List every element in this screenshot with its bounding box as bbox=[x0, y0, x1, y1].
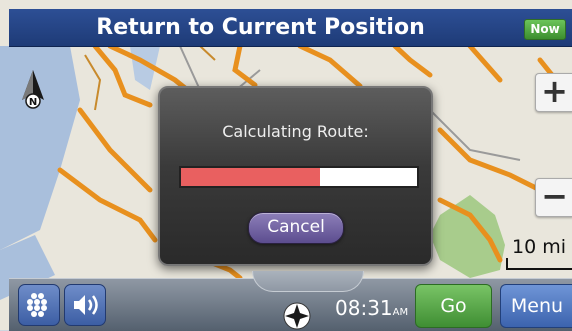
navigation-star-icon[interactable] bbox=[281, 302, 313, 330]
clock: 08:31AM bbox=[335, 296, 408, 320]
calculating-route-dialog: Calculating Route: Cancel bbox=[158, 86, 433, 266]
progress-fill bbox=[181, 168, 321, 186]
go-button[interactable]: Go bbox=[415, 284, 492, 328]
page-title: Return to Current Position bbox=[96, 15, 425, 40]
volume-button[interactable] bbox=[64, 284, 106, 326]
clock-ampm: AM bbox=[392, 307, 409, 318]
toolbar-notch bbox=[252, 271, 364, 292]
title-bar[interactable]: Return to Current Position Now bbox=[9, 9, 572, 47]
grid-button[interactable] bbox=[18, 284, 60, 326]
dialog-title: Calculating Route: bbox=[222, 122, 369, 141]
grid-dots-icon bbox=[27, 293, 47, 317]
compass-label: N bbox=[29, 97, 37, 108]
clock-time: 08:31 bbox=[335, 296, 393, 320]
cancel-button[interactable]: Cancel bbox=[248, 212, 344, 244]
route-progress-bar bbox=[179, 166, 419, 188]
compass-north-icon[interactable]: N bbox=[20, 70, 46, 110]
scale-bar bbox=[506, 258, 572, 270]
scale-label: 10 mi bbox=[512, 236, 567, 258]
speaker-icon bbox=[74, 295, 98, 315]
now-button[interactable]: Now bbox=[524, 19, 566, 40]
zoom-in-button[interactable]: + bbox=[535, 73, 572, 112]
menu-button[interactable]: Menu bbox=[500, 284, 572, 328]
zoom-out-button[interactable]: − bbox=[535, 178, 572, 217]
